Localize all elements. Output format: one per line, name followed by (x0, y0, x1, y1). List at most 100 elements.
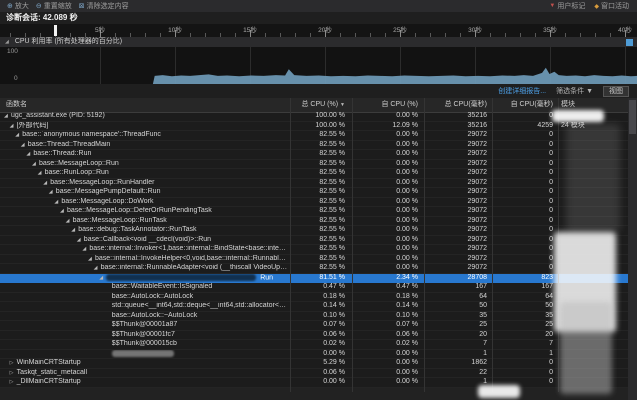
column-separator[interactable] (424, 98, 425, 392)
cell-cm (558, 217, 628, 226)
collapse-icon[interactable]: ◢ (94, 264, 101, 273)
create-detailed-report-link[interactable]: 创建详细报告... (498, 86, 546, 96)
function-name-cell: $$Thunk@00001a87 (0, 321, 290, 330)
table-row[interactable]: $$Thunk@00001fc70.06 %0.06 %2020 (0, 331, 637, 341)
function-name: std::queue<__int64,std::deque<__int64,st… (112, 302, 290, 309)
cell-c1: 0.02 % (290, 340, 352, 349)
table-row[interactable]: ▷Taskqt_static_metacall0.06 %0.00 %220 (0, 369, 637, 379)
cell-c3: 29072 (424, 217, 492, 226)
collapse-icon[interactable]: ◢ (4, 112, 11, 121)
window-activity-toggle[interactable]: ◆ 窗口活动 (594, 1, 629, 11)
table-row[interactable]: ◢ugc_assistant.exe (PID: 5192)100.00 %0.… (0, 112, 637, 122)
function-name-cell: ◢base::debug::TaskAnnotator::RunTask (0, 226, 290, 235)
cpu-chart-header[interactable]: ◢ CPU 利用率 (所有处理器的百分比) (0, 37, 637, 47)
table-row[interactable]: ◢base::RunLoop::Run82.55 %0.00 %290720 (0, 169, 637, 179)
table-row[interactable]: $$Thunk@000015cb0.02 %0.02 %77 (0, 340, 637, 350)
cell-c1: 0.14 % (290, 302, 352, 311)
table-row[interactable]: ◢base::internal::Invoker<1,base::interna… (0, 245, 637, 255)
function-name: base::AutoLock::AutoLock (112, 293, 193, 300)
table-row[interactable]: ◢base::MessageLoop::DeferOrRunPendingTas… (0, 207, 637, 217)
column-separator[interactable] (492, 98, 493, 392)
window-activity-icon: ◆ (594, 3, 599, 10)
collapse-icon[interactable]: ◢ (60, 207, 67, 216)
expand-icon[interactable]: ▷ (10, 378, 17, 387)
column-separator[interactable] (558, 98, 559, 392)
table-row[interactable]: ◢Run81.51 %2.34 %28708823 (0, 274, 637, 284)
cell-c1: 82.55 % (290, 150, 352, 159)
cell-c4: 25 (492, 321, 558, 330)
timeline-playhead[interactable] (54, 25, 57, 36)
table-row[interactable]: ◢base::MessageLoop::DoWork82.55 %0.00 %2… (0, 198, 637, 208)
cell-c3: 29072 (424, 207, 492, 216)
cell-c4: 0 (492, 226, 558, 235)
cell-c3: 1 (424, 350, 492, 359)
table-row[interactable]: ◢base::Thread::ThreadMain82.55 %0.00 %29… (0, 141, 637, 151)
column-header-total-cpu-pct[interactable]: 总 CPU (%)▼ (290, 98, 352, 112)
table-row[interactable]: ▷WinMainCRTStartup5.29 %0.00 %18620 (0, 359, 637, 369)
table-row[interactable]: base::WaitableEvent::IsSignaled0.47 %0.4… (0, 283, 637, 293)
collapse-icon[interactable]: ◢ (49, 188, 56, 197)
filter-dropdown[interactable]: 筛选条件 ▼ (556, 86, 593, 96)
table-row[interactable]: ◢base::Thread::Run82.55 %0.00 %290720 (0, 150, 637, 160)
cell-cm (558, 198, 628, 207)
column-separator[interactable] (352, 98, 353, 392)
chart-plot-area[interactable] (25, 47, 637, 84)
collapse-icon[interactable]: ◢ (88, 255, 95, 264)
cpu-utilization-chart[interactable]: 100 0 (0, 47, 637, 85)
collapse-icon[interactable]: ◢ (77, 236, 84, 245)
function-name-cell (0, 350, 290, 359)
redacted-function-name (106, 274, 256, 281)
collapse-icon[interactable]: ◢ (99, 274, 106, 282)
expand-icon[interactable]: ▷ (10, 369, 17, 378)
table-row[interactable]: ◢base::debug::TaskAnnotator::RunTask82.5… (0, 226, 637, 236)
cell-c4: 0 (492, 217, 558, 226)
cell-cm (558, 169, 628, 178)
clear-selection-button[interactable]: ⊠ 清除选定内容 (79, 1, 129, 11)
table-row[interactable]: ◢base::MessageLoop::Run82.55 %0.00 %2907… (0, 160, 637, 170)
column-header-total-cpu-ms[interactable]: 总 CPU(毫秒) (424, 98, 492, 112)
table-row[interactable]: ▷_DllMainCRTStartup0.00 %0.00 %10 (0, 378, 637, 388)
table-row[interactable]: $$Thunk@00001a870.07 %0.07 %2525 (0, 321, 637, 331)
chart-collapse-icon[interactable]: ◢ (5, 39, 9, 45)
table-row[interactable]: ◢base::MessageLoop::RunTask82.55 %0.00 %… (0, 217, 637, 227)
y-axis-max-label: 100 (7, 48, 18, 55)
table-row[interactable]: ◢base::MessageLoop::RunHandler82.55 %0.0… (0, 179, 637, 189)
table-row[interactable]: ◢base::MessagePumpDefault::Run82.55 %0.0… (0, 188, 637, 198)
user-marks-toggle[interactable]: ▼ 用户标记 (549, 1, 585, 11)
reset-zoom-button[interactable]: ⊖ 重置缩放 (36, 1, 72, 11)
column-separator[interactable] (290, 98, 291, 392)
cell-c1: 0.10 % (290, 312, 352, 321)
table-row[interactable]: std::queue<__int64,std::deque<__int64,st… (0, 302, 637, 312)
cell-c4: 0 (492, 359, 558, 368)
table-row[interactable]: ◢base::internal::InvokeHelper<0,void,bas… (0, 255, 637, 265)
expand-icon[interactable]: ▷ (10, 359, 17, 368)
function-name: base::MessageLoop::Run (39, 160, 119, 167)
vertical-scrollbar-track[interactable] (628, 98, 637, 400)
function-name: base::MessageLoop::DoWork (61, 198, 153, 205)
zoom-in-button[interactable]: ⊕ 放大 (7, 1, 29, 11)
column-header-function[interactable]: 函数名 (0, 98, 290, 112)
table-row[interactable]: base::AutoLock::AutoLock0.18 %0.18 %6464 (0, 293, 637, 303)
vertical-scrollbar-thumb[interactable] (629, 100, 636, 134)
collapse-icon[interactable]: ◢ (66, 217, 73, 226)
column-header-self-cpu-ms[interactable]: 自 CPU(毫秒) (492, 98, 558, 112)
collapse-icon[interactable]: ◢ (38, 169, 45, 178)
table-row[interactable]: ◢[外部代码]100.00 %12.09 %35216425924 模块 (0, 122, 637, 132)
timeline-ruler[interactable]: 5秒10秒15秒20秒25秒30秒35秒40秒 (0, 24, 637, 38)
view-button[interactable]: 视图 (603, 86, 629, 97)
cell-c4: 0 (492, 160, 558, 169)
collapse-icon[interactable]: ◢ (10, 122, 17, 131)
collapse-icon[interactable]: ◢ (21, 141, 28, 150)
cell-c2: 0.00 % (352, 169, 424, 178)
cell-c3: 29072 (424, 131, 492, 140)
function-name-cell: ◢base::MessageLoop::RunHandler (0, 179, 290, 188)
column-header-module[interactable]: 模块 (558, 98, 628, 112)
column-header-self-cpu-pct[interactable]: 自 CPU (%) (352, 98, 424, 112)
cell-c4: 0 (492, 179, 558, 188)
table-row[interactable]: 0.00 %0.00 %11 (0, 350, 637, 360)
table-row[interactable]: ◢base::`anonymous namespace'::ThreadFunc… (0, 131, 637, 141)
table-row[interactable]: ◢base::internal::RunnableAdapter<void (_… (0, 264, 637, 274)
table-row[interactable]: ◢base::Callback<void __cdecl(void)>::Run… (0, 236, 637, 246)
collapse-icon[interactable]: ◢ (32, 160, 39, 169)
table-row[interactable]: base::AutoLock::~AutoLock0.10 %0.10 %353… (0, 312, 637, 322)
